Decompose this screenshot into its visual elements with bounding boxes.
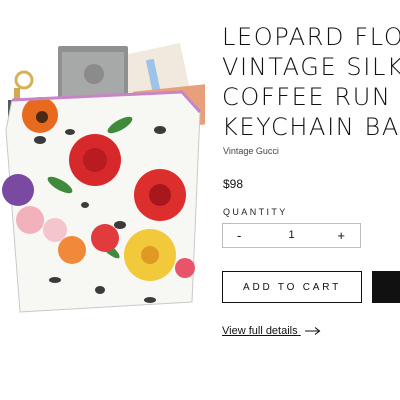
product-image (2, 42, 205, 313)
product-vendor: Vintage Gucci (223, 146, 279, 156)
product-title-line: VINTAGE SILK (222, 53, 400, 81)
product-title-line: COFFEE RUN (222, 83, 392, 111)
add-to-cart-button[interactable]: ADD TO CART (222, 271, 362, 303)
product-price: $98 (223, 177, 244, 191)
product-title: LEOPARD FLO VINTAGE SILK COFFEE RUN KEYC… (222, 22, 400, 142)
quantity-stepper: - 1 + (222, 223, 361, 248)
view-full-details-link[interactable]: View full details (222, 325, 321, 337)
quantity-label: QUANTITY (223, 207, 288, 217)
product-title-line: LEOPARD FLO (222, 23, 400, 51)
arrow-right-icon (304, 327, 321, 336)
buy-now-button[interactable] (372, 271, 400, 303)
quantity-increase-button[interactable]: + (337, 228, 345, 243)
view-full-details-label: View full details (222, 325, 298, 337)
product-title-line: KEYCHAIN BA (222, 113, 400, 141)
